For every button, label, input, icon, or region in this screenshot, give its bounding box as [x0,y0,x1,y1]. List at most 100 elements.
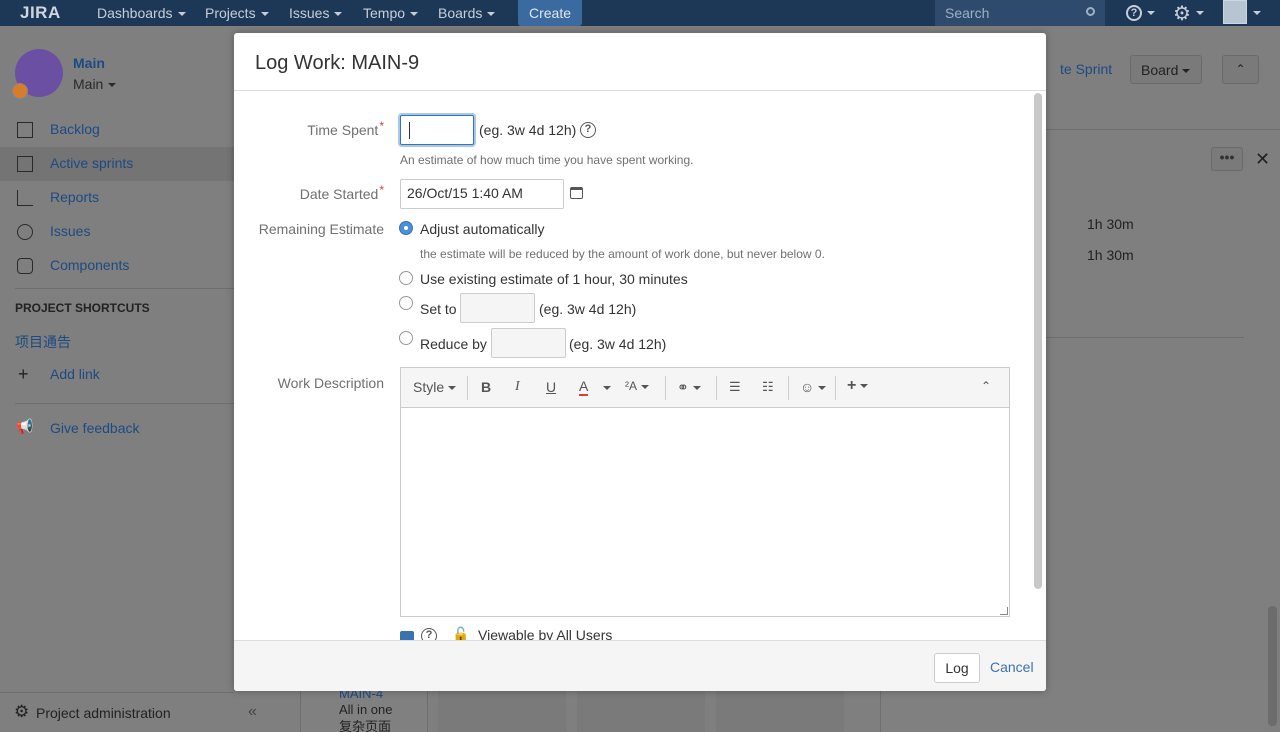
bullet-list-icon[interactable]: ☰ [729,379,741,395]
components-icon [17,258,33,274]
board-dropdown[interactable]: Board [1130,55,1202,84]
chevron-down-icon [410,12,419,17]
italic-icon[interactable]: I [515,379,520,395]
search-input[interactable]: Search [935,0,1105,26]
calendar-icon[interactable] [570,187,583,199]
toolbar-divider [716,376,717,400]
sidebar-item-reports[interactable]: Reports [0,181,234,215]
search-icon[interactable] [1086,7,1095,16]
toolbar-divider [467,376,468,400]
nav-issues[interactable]: Issues [289,5,343,21]
sidebar-item-backlog[interactable]: Backlog [0,113,234,147]
nav-boards[interactable]: Boards [438,5,496,21]
give-feedback-link[interactable]: Give feedback [50,420,140,436]
nav-dashboards[interactable]: Dashboards [97,5,186,21]
close-icon[interactable]: ✕ [1255,149,1270,170]
help-icon[interactable]: ? [1126,5,1142,21]
reduce-by-radio[interactable] [399,331,413,345]
set-to-label[interactable]: Set to [420,301,457,317]
style-dropdown[interactable]: Style [413,379,457,395]
gear-icon: ⚙ [14,702,30,721]
adjust-automatically-radio[interactable] [399,221,413,235]
text-cursor [409,122,410,139]
help-icon[interactable]: ? [580,122,596,138]
help-icon[interactable]: ? [421,628,437,640]
adjust-automatically-description: the estimate will be reduced by the amou… [420,247,825,261]
adjust-automatically-label[interactable]: Adjust automatically [420,221,545,237]
date-started-input[interactable]: 26/Oct/15 1:40 AM [400,179,564,209]
project-admin-label: Project administration [36,705,171,721]
unlock-icon[interactable]: 🔓 [452,626,469,640]
complete-sprint-link[interactable]: te Sprint [1060,61,1112,77]
board-switcher[interactable]: Main [73,76,117,92]
project-name[interactable]: Main [73,55,105,71]
text-effects-icon[interactable]: ²A [625,379,649,393]
wiki-markup-icon[interactable] [400,631,414,640]
cancel-link[interactable]: Cancel [990,659,1034,675]
project-avatar[interactable] [12,49,63,99]
set-to-hint: (eg. 3w 4d 12h) [539,301,637,317]
chevron-down-icon [692,386,701,391]
bold-icon[interactable]: B [481,379,491,395]
sidebar-item-active-sprints[interactable]: Active sprints [0,147,234,181]
settings-chevron-down-icon[interactable] [1196,11,1204,15]
divider [15,403,234,404]
top-nav-bar: JIRA Dashboards Projects Issues Tempo Bo… [0,0,1280,26]
sidebar-item-issues[interactable]: Issues [0,215,234,249]
chevron-down-icon [641,384,649,389]
gear-icon[interactable]: ⚙ [1173,1,1191,26]
nav-projects-label: Projects [205,5,256,21]
collapse-toolbar-icon[interactable]: ⌃ [981,379,991,393]
add-link[interactable]: Add link [50,366,100,382]
reduce-by-label[interactable]: Reduce by [420,336,487,352]
log-button[interactable]: Log [934,653,980,683]
time-spent-hint: (eg. 3w 4d 12h) [479,122,577,138]
time-value: 1h 30m [1087,247,1134,263]
divider [15,288,234,289]
shortcut-link[interactable]: 项目通告 [15,332,71,352]
time-spent-label-text: Time Spent [307,122,379,138]
project-sidebar: Main Main Backlog Active sprints Reports… [0,34,257,732]
nav-tempo[interactable]: Tempo [363,5,419,21]
software-badge-icon [12,83,28,99]
card-title: 复杂页面 [339,719,392,732]
dialog-header: Log Work: MAIN-9 [234,33,1046,91]
sidebar-item-components[interactable]: Components [0,249,234,283]
link-icon[interactable]: ⚭ [677,379,701,396]
help-chevron-down-icon[interactable] [1147,11,1155,15]
resize-handle[interactable] [1000,607,1008,615]
visibility-label[interactable]: Viewable by All Users [478,627,612,640]
project-admin-bar[interactable]: ⚙ Project administration « [0,692,257,732]
numbered-list-icon[interactable]: ☷ [762,379,774,395]
work-description-textarea[interactable] [401,409,1009,616]
text-color-icon[interactable]: A [579,379,589,396]
chevron-down-icon [818,386,827,391]
insert-more-icon[interactable]: + [847,377,869,395]
text-color-dropdown[interactable] [599,379,611,395]
add-icon[interactable]: + [18,364,29,385]
reduce-by-input[interactable] [491,328,566,358]
use-existing-estimate-label[interactable]: Use existing estimate of 1 hour, 30 minu… [420,271,688,287]
time-spent-description: An estimate of how much time you have sp… [400,153,694,167]
user-avatar[interactable] [1223,0,1247,24]
collapse-header-button[interactable]: ⌃ [1222,55,1259,84]
chevron-down-icon [860,383,869,388]
collapse-sidebar-icon[interactable]: « [248,703,257,721]
emoticon-icon[interactable]: ☺ [800,379,827,395]
card-title: All in one [339,702,393,717]
time-spent-input[interactable] [400,115,474,145]
nav-projects[interactable]: Projects [205,5,269,21]
backlog-icon [17,122,33,138]
page-scrollbar[interactable] [1268,606,1277,726]
underline-icon[interactable]: U [546,379,556,395]
more-actions-button[interactable]: ••• [1211,147,1243,171]
work-description-editor: Style B I U A ²A ⚭ ☰ ☷ ☺ + ⌃ [400,367,1010,617]
create-button[interactable]: Create [518,0,582,26]
set-to-input[interactable] [460,293,535,323]
jira-logo[interactable]: JIRA [20,3,61,23]
use-existing-estimate-radio[interactable] [399,271,413,285]
dialog-scrollbar[interactable] [1034,93,1042,589]
profile-chevron-down-icon[interactable] [1253,11,1261,15]
set-to-radio[interactable] [399,296,413,310]
required-marker: * [379,183,384,197]
